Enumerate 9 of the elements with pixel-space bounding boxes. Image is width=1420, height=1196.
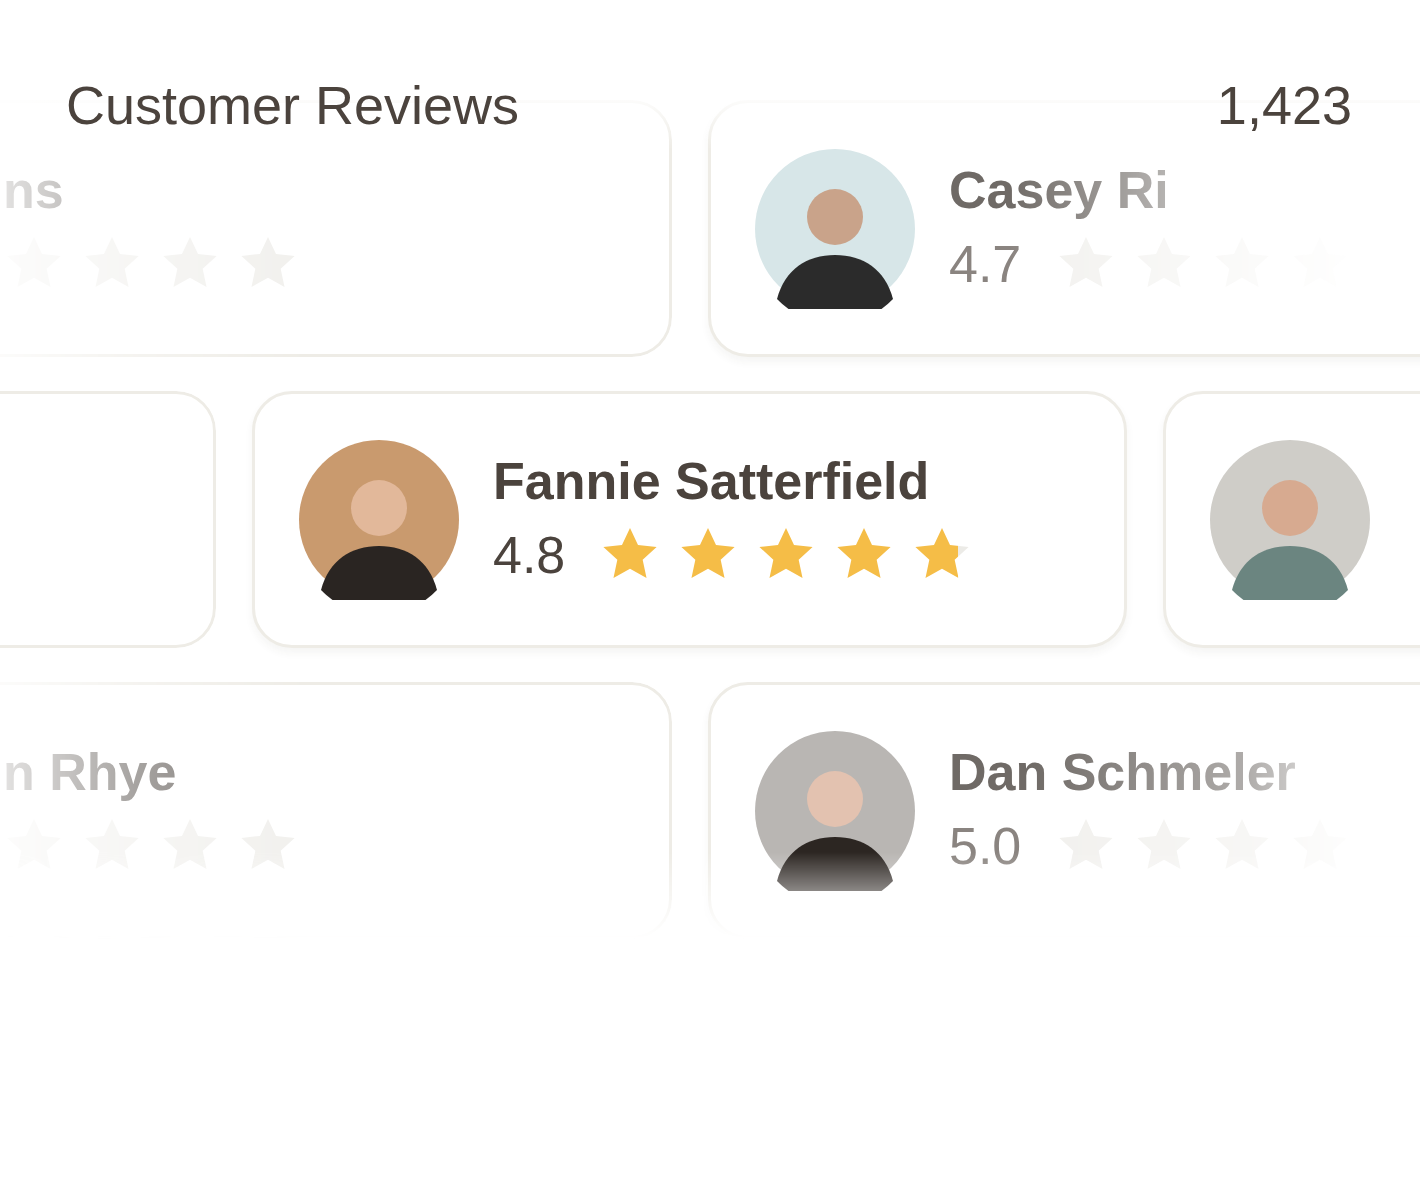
reviewer-name: Dan Schmeler: [949, 741, 1297, 803]
reviewer-name: Casey Ri: [949, 159, 1170, 221]
section-title: Customer Reviews: [66, 74, 520, 137]
rating-value: 5.0: [949, 815, 1022, 877]
rating-value: 4.8: [493, 524, 566, 586]
reviewer-name: ns: [3, 159, 65, 221]
rating-value: 4.7: [949, 233, 1022, 295]
reviewer-name: Fannie Satterfield: [493, 450, 931, 512]
review-count: 1,423: [1216, 74, 1352, 137]
